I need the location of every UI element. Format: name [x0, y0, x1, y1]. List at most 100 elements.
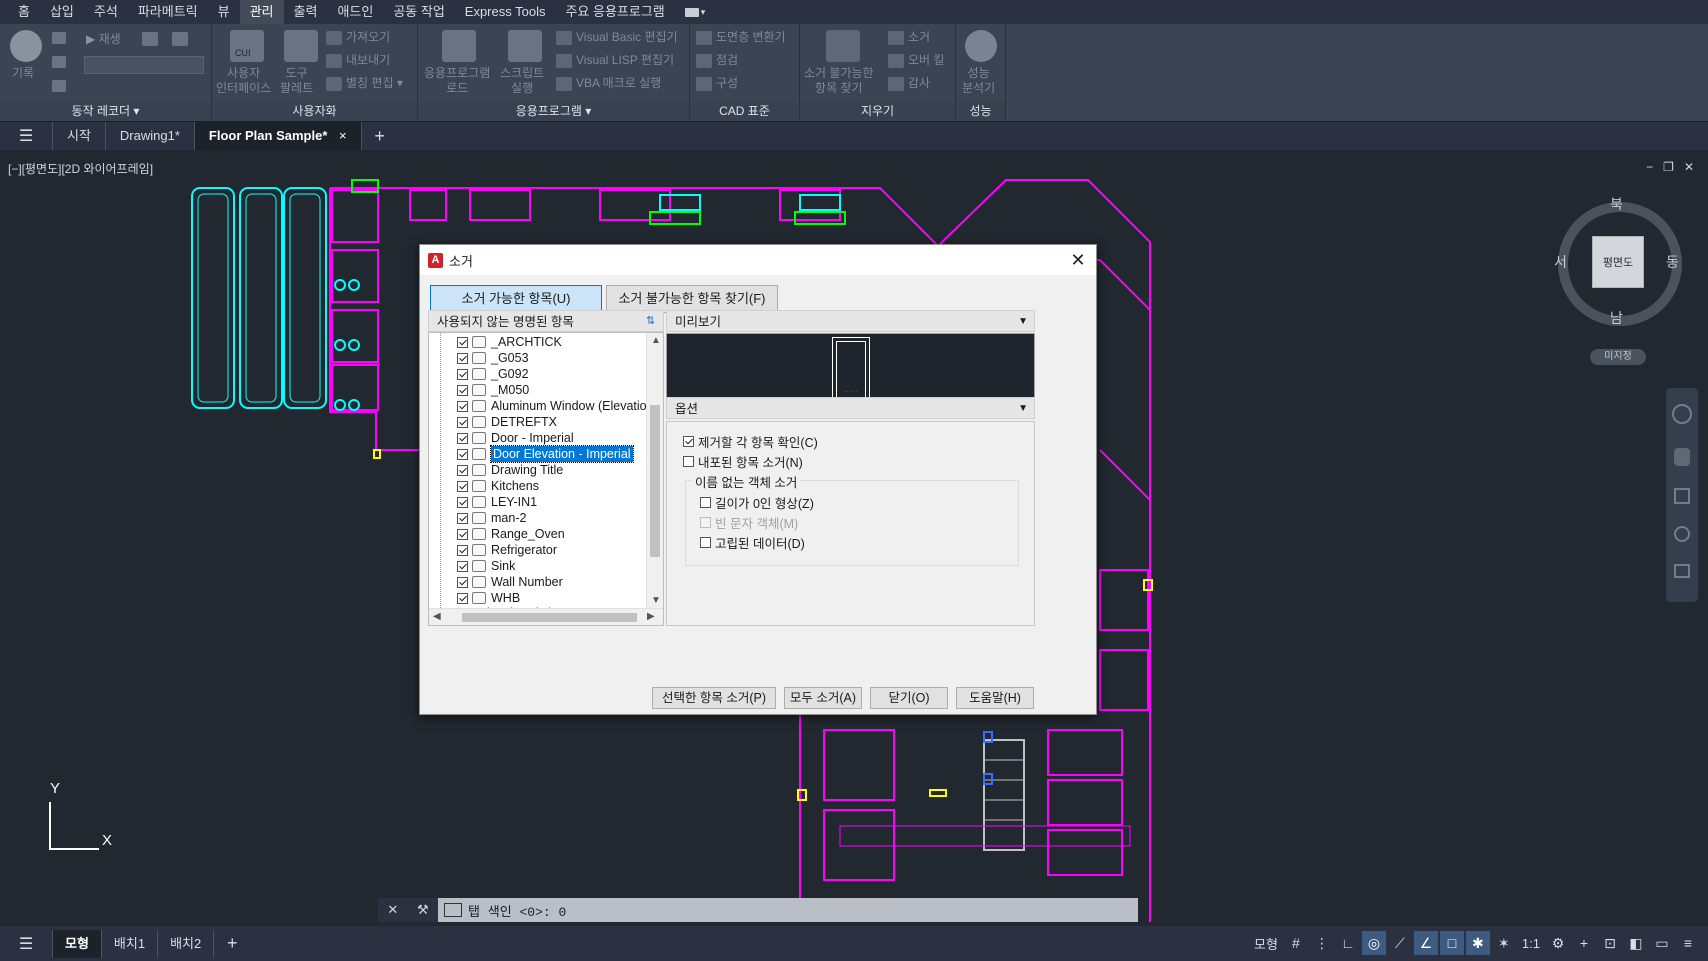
tree-item-block[interactable]: man-2 [457, 510, 526, 526]
tree-item-block[interactable]: Aluminum Window (Elevation) [457, 398, 658, 414]
macro-dropdown[interactable] [84, 56, 204, 74]
layer-translator-button[interactable]: 도면층 변환기 [696, 30, 786, 45]
run-script-button[interactable]: 스크립트 실행 [500, 66, 544, 96]
tree-vscroll-thumb[interactable] [650, 405, 660, 557]
layout-menu-icon[interactable]: ☰ [0, 934, 52, 954]
polar-icon[interactable]: ◎ [1361, 931, 1386, 955]
snap-icon[interactable]: ⋮ [1310, 931, 1334, 955]
close-command-line-icon[interactable]: ✕ [387, 902, 398, 918]
orbit-icon[interactable] [1674, 526, 1690, 542]
clean-screen-icon[interactable]: ▭ [1650, 931, 1674, 955]
tree-vertical-scrollbar[interactable]: ▲ ▼ [646, 333, 663, 610]
tree-item-block[interactable]: Kitchens [457, 478, 539, 494]
object-snap-tracking-icon[interactable]: ∠ [1413, 931, 1438, 955]
checkbox-checked[interactable] [457, 448, 468, 460]
checkbox-checked[interactable] [457, 368, 468, 380]
tree-item-block[interactable]: LEY-IN1 [457, 494, 537, 510]
panel-title-action-recorder[interactable]: 동작 레코더 ▾ [0, 102, 211, 120]
purge-button[interactable]: 소거 [888, 30, 930, 45]
ribbon-tab-express-tools[interactable]: Express Tools [455, 0, 556, 24]
file-tab-start[interactable]: 시작 [52, 122, 106, 150]
tree-item-block[interactable]: DETREFTX [457, 414, 557, 430]
wcs-menu[interactable]: 미지정 [1590, 349, 1646, 365]
zoom-extents-icon[interactable] [1674, 488, 1690, 504]
check-standards-button[interactable]: 점검 [696, 53, 738, 68]
layout-tab-model[interactable]: 모형 [52, 929, 102, 958]
showmotion-icon[interactable] [1674, 564, 1690, 578]
ortho-icon[interactable]: ∟ [1336, 931, 1360, 955]
compass-east[interactable]: 동 [1666, 252, 1679, 272]
purge-checked-button[interactable]: 선택한 항목 소거(P) [652, 687, 776, 709]
ribbon-tab-collaborate[interactable]: 공동 작업 [383, 0, 454, 24]
model-space-toggle[interactable]: 모형 [1250, 934, 1282, 953]
checkbox-checked[interactable] [457, 592, 468, 604]
isodraft-icon[interactable]: ⟋ [1388, 931, 1412, 955]
close-icon[interactable]: × [339, 128, 347, 143]
gear-icon[interactable]: ⚙ [1546, 931, 1570, 955]
purge-tree[interactable]: _ARCHTICK _G053 _G092 _M050 Aluminum Window … [428, 332, 664, 626]
checkbox-checked[interactable] [457, 480, 468, 492]
ribbon-tab-home[interactable]: 홈 [8, 0, 40, 24]
tree-hscroll-thumb[interactable] [462, 613, 637, 622]
checkbox-checked[interactable] [457, 560, 468, 572]
scroll-right-icon[interactable]: ▶ [647, 611, 655, 622]
object-snap-icon[interactable]: □ [1439, 931, 1464, 955]
overkill-button[interactable]: 오버 킬 [888, 53, 944, 68]
checkbox-checked[interactable] [457, 576, 468, 588]
checkbox-checked[interactable] [457, 432, 468, 444]
configure-standards-button[interactable]: 구성 [696, 76, 738, 91]
grid-icon[interactable]: # [1284, 931, 1308, 955]
auto-scale-icon[interactable]: ✶ [1492, 931, 1516, 955]
alias-edit-button[interactable]: 별칭 편집 ▾ [326, 76, 403, 91]
tool-palette-button[interactable]: 도구 팔레트 [280, 66, 313, 96]
audit-button[interactable]: 감사 [888, 76, 930, 91]
tree-item-block[interactable]: Door Elevation - Imperial [457, 445, 634, 463]
ribbon-tab-output[interactable]: 출력 [284, 0, 328, 24]
load-application-button[interactable]: 응용프로그램 로드 [424, 66, 490, 96]
insert-message-icon[interactable] [52, 56, 66, 68]
scroll-down-icon[interactable]: ▼ [651, 595, 661, 606]
vba-run-button[interactable]: VBA 매크로 실행 [556, 76, 661, 91]
checkbox-checked[interactable] [457, 416, 468, 428]
ribbon-tab-manage[interactable]: 관리 [239, 0, 284, 24]
preview-header[interactable]: 미리보기 ▼ [666, 310, 1035, 332]
scroll-up-icon[interactable]: ▲ [651, 335, 661, 346]
purgeable-items-button[interactable]: 소거 가능한 항목(U) [430, 285, 602, 313]
tree-item-block[interactable]: Range_Oven [457, 526, 565, 542]
tree-item-block[interactable]: Drawing Title [457, 462, 563, 478]
layout-tab-layout1[interactable]: 배치1 [102, 929, 159, 958]
find-nonpurgeable-button[interactable]: 소거 불가능한 항목 찾기 [804, 66, 874, 96]
plus-icon[interactable]: + [1572, 931, 1596, 955]
viewcube-face-top[interactable]: 평면도 [1592, 236, 1644, 288]
restore-icon[interactable]: ❐ [1663, 160, 1674, 174]
command-input[interactable]: 탭 색인 <0>: 0 [468, 901, 566, 920]
checkbox-checked[interactable] [457, 352, 468, 364]
units-icon[interactable]: ⊡ [1598, 931, 1622, 955]
layout-tab-layout2[interactable]: 배치2 [158, 929, 215, 958]
checkbox-checked[interactable] [457, 384, 468, 396]
close-button[interactable]: 닫기(O) [870, 687, 948, 709]
zero-length-geometry-checkbox[interactable]: 길이가 0인 형상(Z) [700, 493, 814, 512]
viewport-controls-label[interactable]: [−][평면도][2D 와이어프레임] [8, 160, 153, 177]
preference-icon[interactable] [172, 32, 188, 46]
tree-item-block[interactable]: Sink [457, 558, 515, 574]
new-tab-button[interactable]: + [362, 126, 398, 147]
sort-icon[interactable]: ⇅ [646, 315, 658, 328]
export-button[interactable]: 내보내기 [326, 53, 390, 68]
find-nonpurgeable-items-button[interactable]: 소거 불가능한 항목 찾기(F) [606, 285, 778, 313]
tree-item-block[interactable]: _G053 [457, 350, 529, 366]
scroll-left-icon[interactable]: ◀ [433, 611, 441, 622]
request-input-icon[interactable] [52, 80, 66, 92]
annotation-visibility-icon[interactable]: ✱ [1465, 931, 1490, 955]
file-tab-floor-plan[interactable]: Floor Plan Sample* × [194, 122, 362, 150]
command-prompt-icon[interactable] [444, 903, 462, 917]
ribbon-options-toggle[interactable]: ▾ [675, 0, 716, 24]
customize-menu-icon[interactable]: ≡ [1676, 931, 1700, 955]
dialog-titlebar[interactable]: A 소거 ✕ [420, 245, 1096, 275]
ribbon-tab-parametric[interactable]: 파라메트릭 [128, 0, 208, 24]
ribbon-tab-featured-apps[interactable]: 주요 응용프로그램 [555, 0, 674, 24]
wrench-icon[interactable]: ⚒ [417, 902, 429, 918]
compass-south[interactable]: 남 [1610, 308, 1623, 328]
ribbon-tab-annotate[interactable]: 주석 [84, 0, 128, 24]
hardware-acceleration-icon[interactable]: ◧ [1624, 931, 1648, 955]
